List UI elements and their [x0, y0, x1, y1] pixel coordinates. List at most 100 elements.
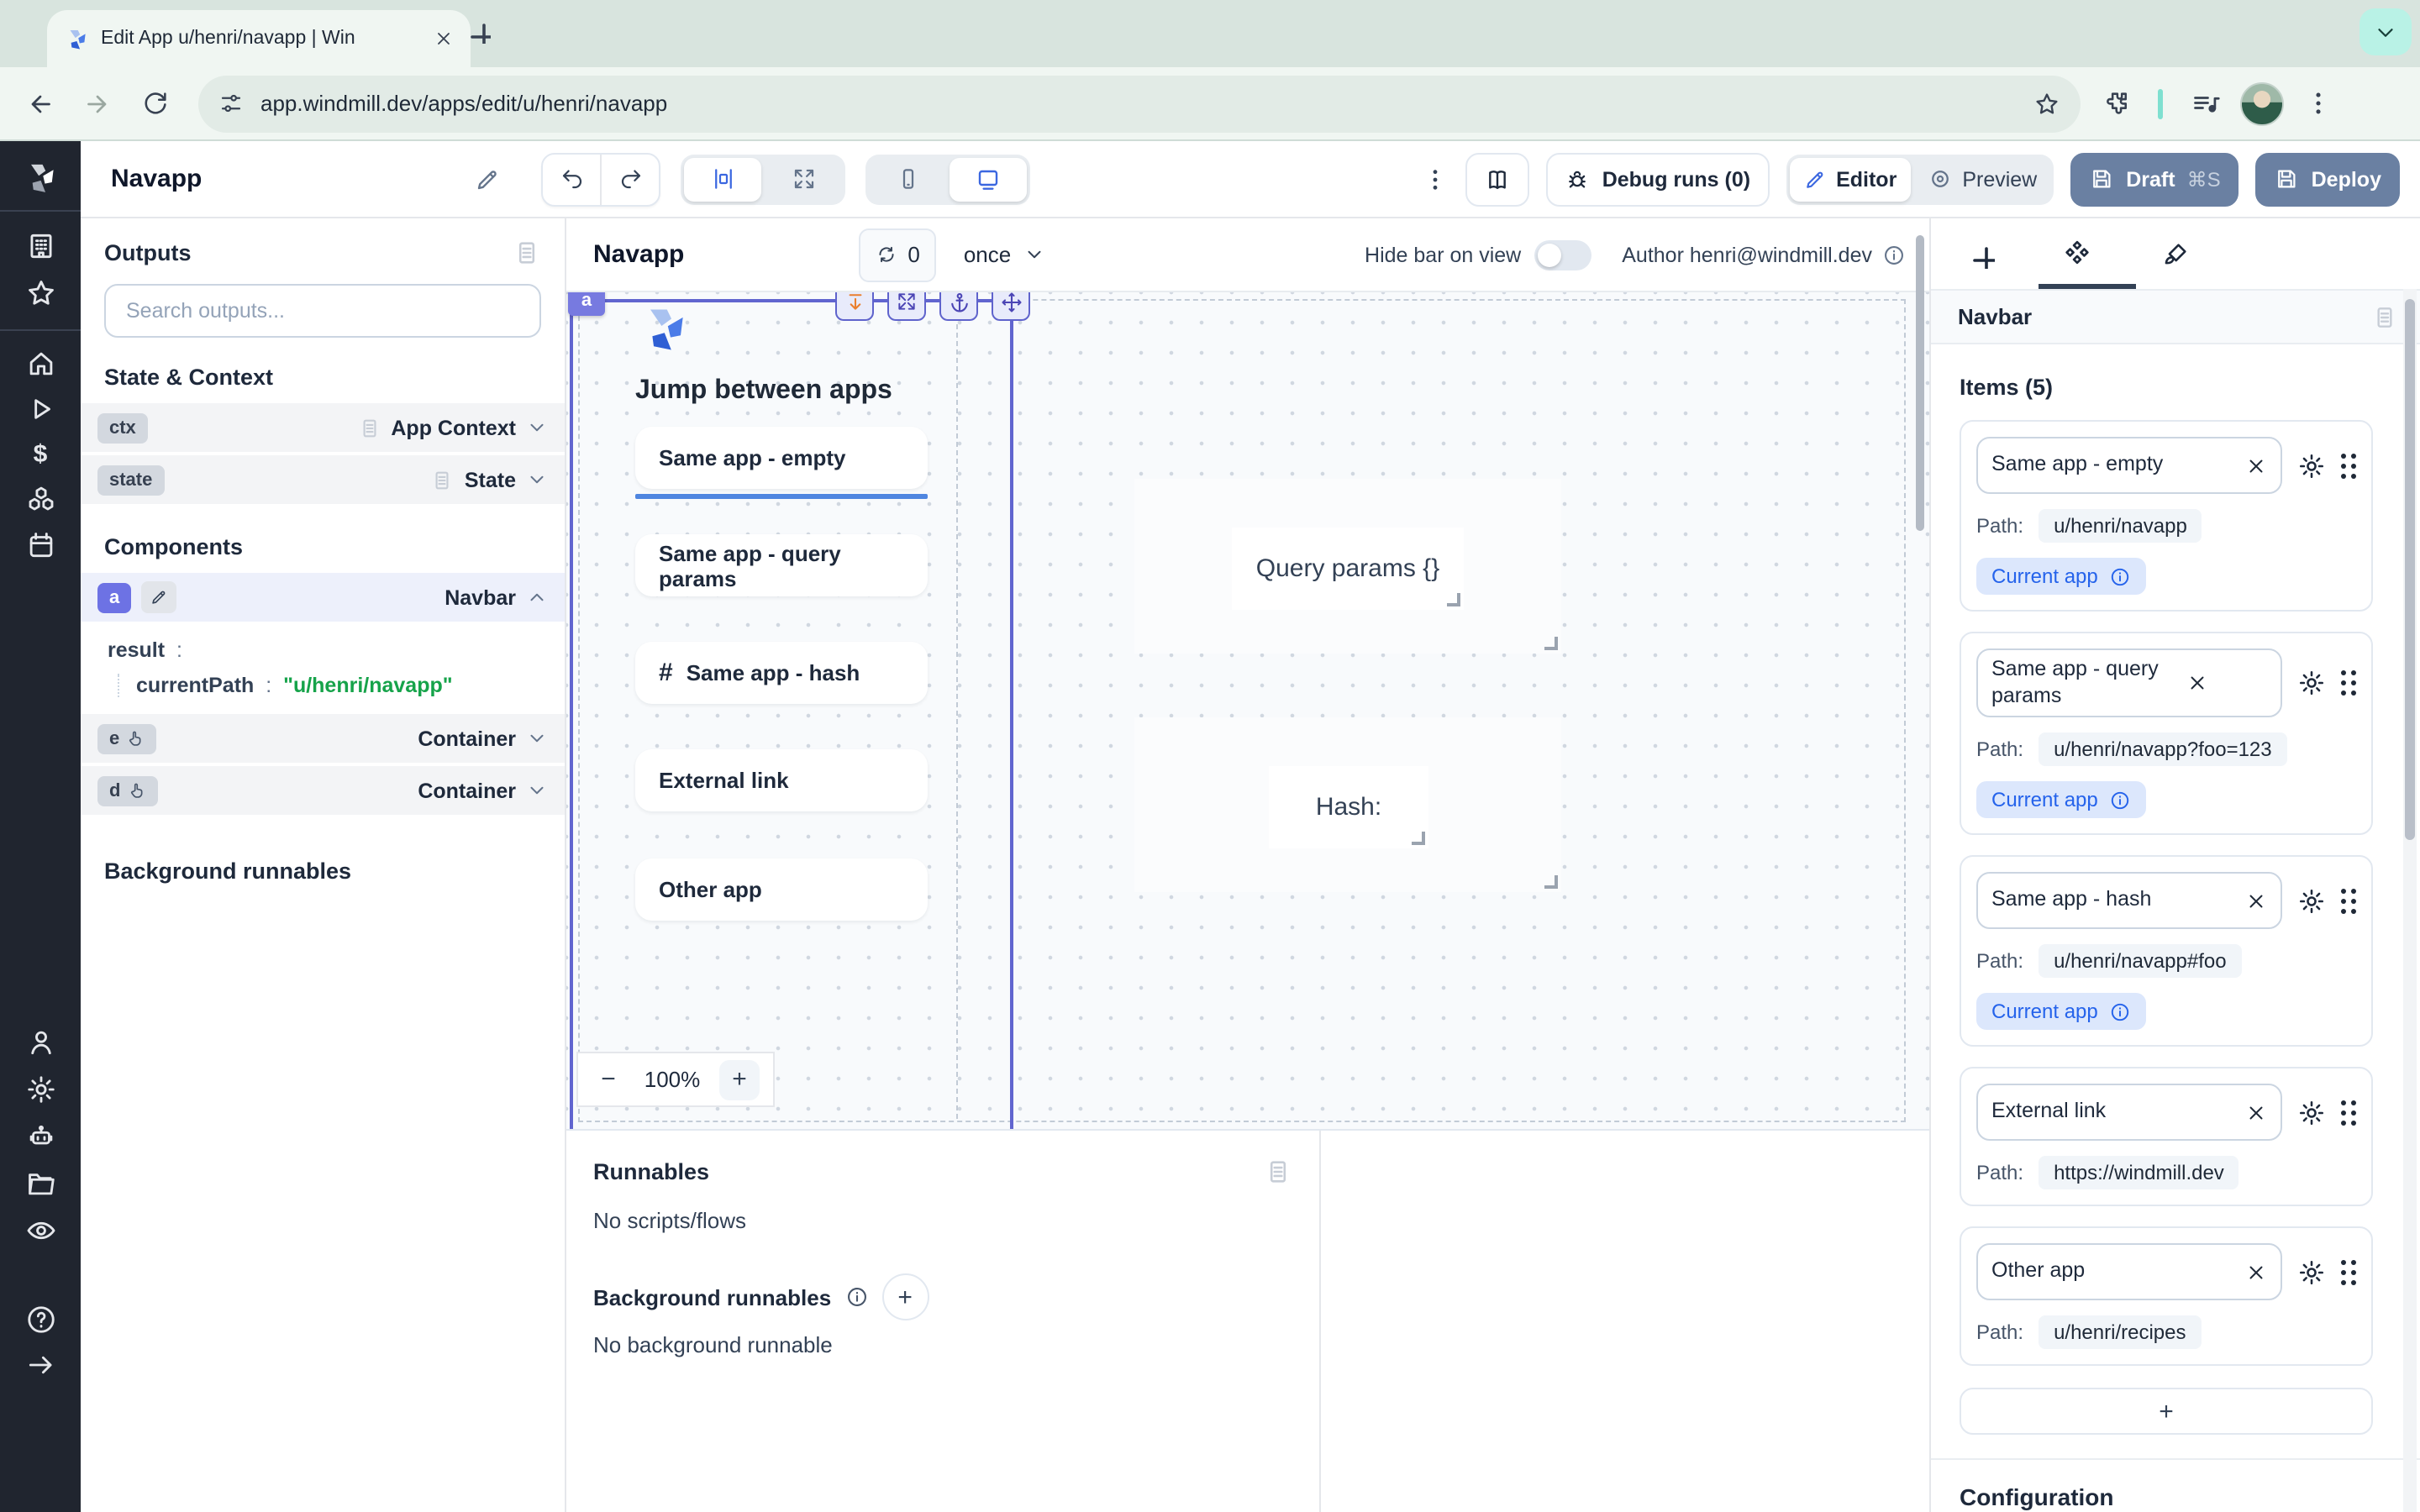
- sidebar-item-settings[interactable]: [24, 1074, 56, 1105]
- sidebar-item-home[interactable]: [24, 348, 56, 380]
- doc-icon[interactable]: [431, 468, 455, 491]
- item-settings-gear-icon[interactable]: [2297, 887, 2326, 916]
- clear-icon[interactable]: [2245, 1102, 2267, 1124]
- tab-styling[interactable]: [2126, 239, 2223, 268]
- edit-id-button[interactable]: [141, 581, 176, 613]
- item-settings-gear-icon[interactable]: [2297, 451, 2326, 480]
- canvas-scrollbar[interactable]: [1916, 235, 1924, 531]
- hash-container[interactable]: Hash:: [1134, 717, 1561, 892]
- center-layout-toggle[interactable]: [684, 157, 761, 201]
- resize-handle[interactable]: [1544, 637, 1558, 650]
- item-label-input[interactable]: Same app - empty: [1976, 437, 2282, 494]
- doc-icon[interactable]: [357, 416, 381, 439]
- windmill-logo[interactable]: [22, 160, 59, 197]
- mobile-view-toggle[interactable]: [869, 157, 946, 201]
- item-label-input[interactable]: Same app - query params: [1976, 648, 2282, 718]
- component-row-navbar[interactable]: a Navbar: [81, 573, 565, 622]
- item-path[interactable]: u/henri/recipes: [2039, 1316, 2201, 1350]
- info-icon[interactable]: [1882, 243, 1906, 266]
- extensions-button[interactable]: [2091, 80, 2138, 127]
- drag-handle[interactable]: [2341, 1100, 2356, 1126]
- media-controls-button[interactable]: [2183, 80, 2230, 127]
- debug-runs-button[interactable]: Debug runs (0): [1547, 152, 1769, 206]
- tab-insert-component[interactable]: [1931, 239, 2028, 268]
- more-options-button[interactable]: [1423, 165, 1449, 192]
- chevron-up-icon[interactable]: [526, 586, 548, 608]
- add-background-runnable-button[interactable]: +: [881, 1273, 929, 1320]
- nav-item-other-app[interactable]: Other app: [635, 858, 928, 921]
- query-params-container[interactable]: Query params {}: [1134, 479, 1561, 654]
- panel-doc-icon[interactable]: [513, 239, 541, 267]
- chevron-down-icon[interactable]: [526, 417, 548, 438]
- chevron-down-icon[interactable]: [526, 727, 548, 749]
- output-row-state[interactable]: state State: [81, 455, 565, 504]
- info-icon[interactable]: [2110, 565, 2132, 587]
- sidebar-item-audit-logs[interactable]: [24, 1215, 56, 1247]
- drag-handle[interactable]: [2341, 1260, 2356, 1285]
- resize-handle[interactable]: [1412, 832, 1425, 845]
- tab-preview[interactable]: Preview: [1913, 157, 2050, 201]
- sidebar-item-folders[interactable]: [24, 1168, 56, 1200]
- output-row-ctx[interactable]: ctx App Context: [81, 403, 565, 452]
- query-params-textbox[interactable]: Query params {}: [1232, 528, 1464, 610]
- item-path[interactable]: u/henri/navapp#foo: [2039, 945, 2242, 979]
- drag-handle[interactable]: [2341, 670, 2356, 696]
- tab-component-settings[interactable]: [2028, 239, 2126, 269]
- back-button[interactable]: [17, 80, 64, 127]
- search-outputs-input[interactable]: [123, 297, 523, 324]
- sidebar-item-variables[interactable]: $: [34, 438, 48, 470]
- deploy-button[interactable]: Deploy: [2256, 152, 2400, 206]
- reload-button[interactable]: [131, 80, 178, 127]
- sidebar-expand-button[interactable]: [24, 1349, 56, 1381]
- chevron-down-icon[interactable]: [526, 469, 548, 491]
- sidebar-item-schedules[interactable]: [24, 529, 56, 561]
- component-row-e[interactable]: e Container: [81, 714, 565, 763]
- panel-doc-icon[interactable]: [2371, 303, 2398, 330]
- zoom-in-button[interactable]: +: [719, 1059, 760, 1100]
- navbar-result-tree[interactable]: result : currentPath : "u/henri/navapp": [81, 625, 565, 714]
- resize-handle[interactable]: [1544, 875, 1558, 889]
- hide-bar-toggle[interactable]: [1534, 239, 1591, 270]
- sidebar-item-workers[interactable]: [24, 1121, 56, 1152]
- refresh-count-button[interactable]: 0: [859, 228, 936, 281]
- component-row-d[interactable]: d Container: [81, 766, 565, 815]
- desktop-view-toggle[interactable]: [950, 157, 1027, 201]
- clear-icon[interactable]: [2245, 454, 2267, 476]
- full-width-toggle[interactable]: [765, 157, 842, 201]
- clear-icon[interactable]: [2245, 1262, 2267, 1284]
- site-settings-icon[interactable]: [218, 91, 244, 116]
- tab-editor[interactable]: Editor: [1789, 157, 1910, 201]
- info-icon[interactable]: [2110, 790, 2132, 811]
- drag-handle[interactable]: [2341, 889, 2356, 914]
- tab-close-icon[interactable]: [434, 29, 454, 49]
- sidebar-item-help[interactable]: [24, 1304, 56, 1336]
- item-path[interactable]: u/henri/navapp: [2039, 509, 2202, 543]
- fullsize-button[interactable]: [887, 292, 926, 321]
- forward-button[interactable]: [74, 80, 121, 127]
- add-item-button[interactable]: +: [1960, 1389, 2373, 1436]
- tab-search-button[interactable]: [2360, 8, 2412, 55]
- redo-button[interactable]: [600, 154, 659, 204]
- item-settings-gear-icon[interactable]: [2297, 1099, 2326, 1127]
- item-path[interactable]: u/henri/navapp?foo=123: [2039, 733, 2287, 767]
- rename-app-button[interactable]: [474, 165, 501, 192]
- nav-item-external-link[interactable]: External link: [635, 749, 928, 811]
- item-settings-gear-icon[interactable]: [2297, 669, 2326, 697]
- sidebar-item-resources[interactable]: [24, 484, 56, 516]
- sidebar-item-favorites[interactable]: [24, 277, 56, 309]
- move-button[interactable]: [992, 292, 1030, 321]
- bookmark-star-icon[interactable]: [2033, 90, 2060, 117]
- clear-icon[interactable]: [2186, 672, 2208, 694]
- item-label-input[interactable]: Same app - hash: [1976, 873, 2282, 930]
- sidebar-item-runs[interactable]: [24, 393, 56, 425]
- drag-handle[interactable]: [2341, 453, 2356, 478]
- address-bar[interactable]: app.windmill.dev/apps/edit/u/henri/navap…: [198, 75, 2081, 132]
- browser-tab[interactable]: Edit App u/henri/navapp | Win: [47, 10, 471, 67]
- info-icon[interactable]: [844, 1285, 868, 1309]
- item-label-input[interactable]: Other app: [1976, 1244, 2282, 1301]
- expand-down-button[interactable]: [835, 292, 874, 321]
- zoom-out-button[interactable]: −: [592, 1065, 625, 1094]
- nav-item-hash[interactable]: #Same app - hash: [635, 642, 928, 704]
- clear-icon[interactable]: [2245, 890, 2267, 912]
- settings-scrollbar-thumb[interactable]: [2405, 299, 2415, 840]
